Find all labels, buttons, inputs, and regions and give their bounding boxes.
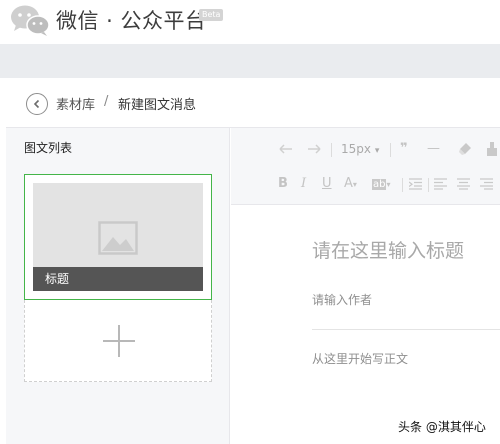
brand-title[interactable]: 微信 · 公众平台	[56, 5, 207, 35]
horizontal-rule-icon[interactable]: —	[427, 141, 440, 157]
article-list-title: 图文列表	[24, 141, 73, 155]
chevron-left-icon	[33, 99, 40, 109]
redo-icon[interactable]	[307, 144, 321, 154]
article-thumbnail: 标题	[33, 183, 203, 291]
underline-icon[interactable]: U	[322, 176, 332, 192]
back-button[interactable]	[26, 93, 48, 115]
align-left-icon[interactable]	[434, 178, 447, 190]
watermark-text: 头条 @淇其伴心	[398, 420, 486, 434]
breadcrumb: 素材库 / 新建图文消息	[6, 78, 500, 128]
chevron-down-icon: ▾	[352, 180, 357, 189]
breadcrumb-parent-link[interactable]: 素材库	[56, 94, 95, 113]
article-card-caption: 标题	[33, 267, 203, 291]
background-color-icon[interactable]: ab▾	[372, 176, 391, 193]
indent-icon[interactable]	[409, 178, 422, 190]
editor-divider	[312, 329, 500, 330]
author-input[interactable]: 请输入作者	[312, 291, 372, 308]
font-color-icon[interactable]: A▾	[344, 176, 357, 193]
font-size-value: 15px	[341, 142, 371, 156]
toolbar-separator	[402, 178, 403, 192]
breadcrumb-current: 新建图文消息	[118, 98, 197, 113]
breadcrumb-separator: /	[104, 94, 109, 109]
clear-format-icon[interactable]	[458, 142, 472, 156]
plus-icon-vertical	[118, 325, 120, 357]
background-color-label: ab	[372, 179, 387, 190]
beta-badge: Beta	[199, 9, 224, 21]
italic-icon[interactable]: I	[301, 176, 306, 192]
article-body-input[interactable]: 从这里开始写正文	[312, 350, 408, 367]
font-color-label: A	[344, 176, 353, 191]
undo-icon[interactable]	[279, 144, 293, 154]
article-card-selected[interactable]: 标题	[24, 174, 212, 300]
toolbar-separator	[390, 143, 391, 157]
image-placeholder-icon	[98, 221, 138, 255]
add-article-button[interactable]	[24, 300, 212, 382]
font-size-dropdown[interactable]: 15px ▾	[341, 142, 379, 156]
chevron-down-icon: ▾	[374, 146, 380, 156]
blockquote-icon[interactable]: ❞	[400, 141, 408, 157]
header-band	[0, 44, 500, 78]
editor-toolbar	[231, 128, 500, 205]
article-title-input[interactable]: 请在这里输入标题	[312, 236, 464, 263]
toolbar-separator	[331, 143, 332, 157]
bold-icon[interactable]: B	[278, 176, 288, 192]
align-right-icon[interactable]	[480, 178, 493, 190]
toolbar-separator	[428, 178, 429, 192]
top-header: 微信 · 公众平台 Beta	[0, 0, 500, 44]
paint-format-icon[interactable]	[486, 142, 498, 156]
wechat-logo-icon[interactable]	[8, 3, 52, 37]
align-center-icon[interactable]	[457, 178, 470, 190]
chevron-down-icon: ▾	[386, 180, 391, 189]
